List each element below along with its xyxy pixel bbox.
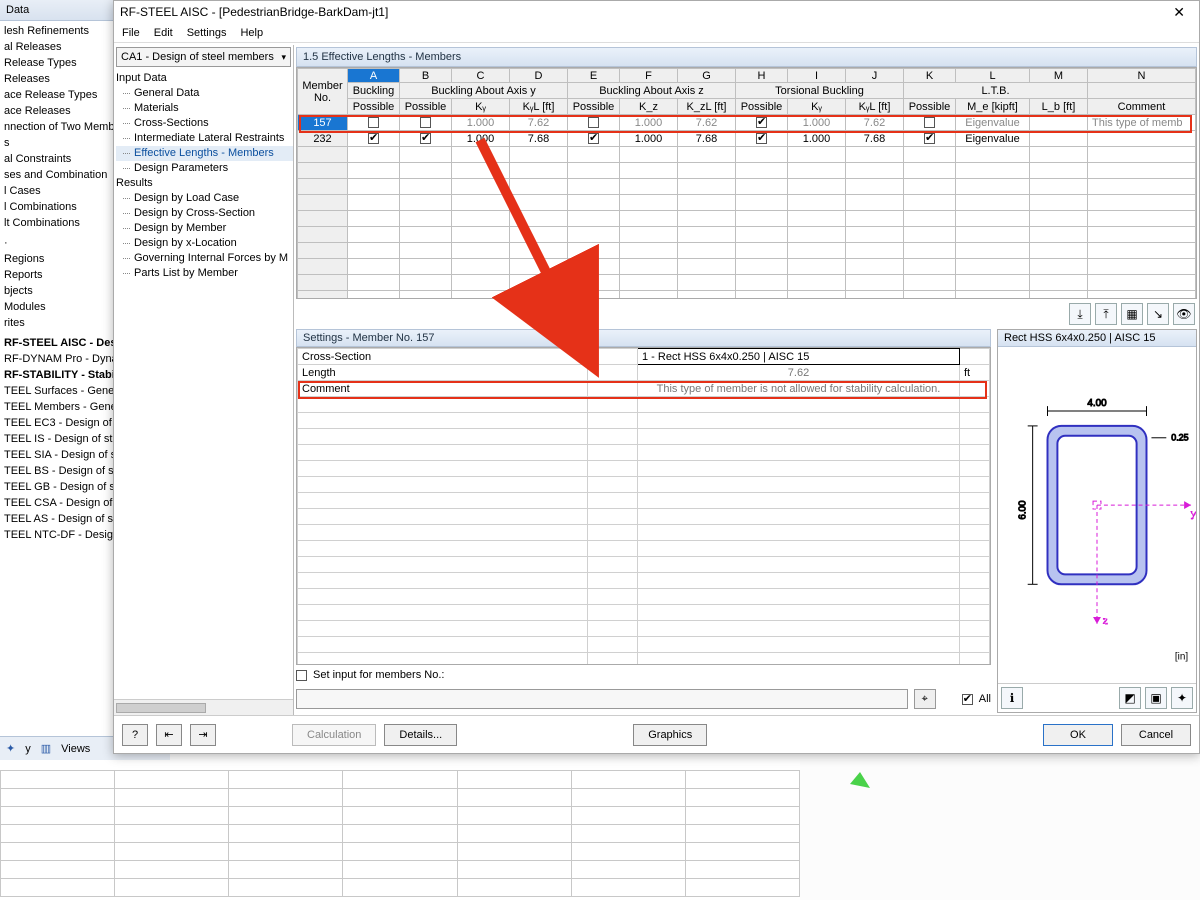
view3-icon[interactable]: ✦ [1171, 687, 1193, 709]
main-title: 1.5 Effective Lengths - Members [296, 47, 1197, 67]
preview-title: Rect HSS 6x4x0.250 | AISC 15 [998, 330, 1196, 347]
menu-settings[interactable]: Settings [187, 27, 227, 39]
svg-text:4.00: 4.00 [1087, 398, 1107, 409]
menubar: File Edit Settings Help [114, 23, 1199, 43]
window-title: RF-STEEL AISC - [PedestrianBridge-BarkDa… [120, 5, 388, 19]
prev-icon[interactable]: ⇤ [156, 724, 182, 746]
info-icon[interactable]: ℹ [1001, 687, 1023, 709]
close-icon[interactable]: ✕ [1165, 4, 1193, 21]
grid-toolbar: ⤓ ⤒ ▦ ↘ 👁 [296, 299, 1197, 329]
checkbox[interactable] [924, 133, 935, 144]
view1-icon[interactable]: ◩ [1119, 687, 1141, 709]
set-input-label: Set input for members No.: [313, 669, 444, 681]
nav-item[interactable]: Design by Member [116, 221, 293, 236]
checkbox[interactable] [756, 117, 767, 128]
section-preview: Rect HSS 6x4x0.250 | AISC 15 4.00 6.00 0… [997, 329, 1197, 713]
import-excel-icon[interactable]: ⤒ [1095, 303, 1117, 325]
details-button[interactable]: Details... [384, 724, 457, 746]
next-icon[interactable]: ⇥ [190, 724, 216, 746]
nav-item[interactable]: Materials [116, 101, 293, 116]
menu-file[interactable]: File [122, 27, 140, 39]
section-svg: 4.00 6.00 0.25 y [998, 347, 1196, 683]
view-icon[interactable]: 👁 [1173, 303, 1195, 325]
svg-text:[in]: [in] [1175, 652, 1188, 663]
svg-text:6.00: 6.00 [1018, 500, 1029, 520]
all-checkbox[interactable] [962, 694, 973, 705]
checkbox[interactable] [368, 117, 379, 128]
ok-button[interactable]: OK [1043, 724, 1113, 746]
checkbox[interactable] [588, 117, 599, 128]
calculation-button[interactable]: Calculation [292, 724, 376, 746]
filter-icon[interactable]: ▦ [1121, 303, 1143, 325]
nav-item[interactable]: General Data [116, 86, 293, 101]
checkbox[interactable] [420, 117, 431, 128]
nav-item[interactable]: Effective Lengths - Members [116, 146, 293, 161]
pick-members-icon[interactable]: ⌖ [914, 689, 936, 709]
nav-item[interactable]: Intermediate Lateral Restraints [116, 131, 293, 146]
titlebar: RF-STEEL AISC - [PedestrianBridge-BarkDa… [114, 1, 1199, 23]
case-combo[interactable]: CA1 - Design of steel members ▾ [116, 47, 291, 67]
background-table [0, 770, 800, 900]
pick-icon[interactable]: ↘ [1147, 303, 1169, 325]
checkbox[interactable] [368, 133, 379, 144]
set-input-field[interactable] [296, 689, 908, 709]
background-3d-viewport [800, 760, 1200, 900]
svg-text:y: y [1191, 509, 1196, 520]
nav-item[interactable]: Design by Cross-Section [116, 206, 293, 221]
cancel-button[interactable]: Cancel [1121, 724, 1191, 746]
nav-column: CA1 - Design of steel members ▾ Input Da… [114, 45, 294, 715]
nav-item[interactable]: Design by x-Location [116, 236, 293, 251]
dialog-footer: ? ⇤ ⇥ Calculation Details... Graphics OK… [114, 715, 1199, 753]
checkbox[interactable] [756, 133, 767, 144]
members-grid[interactable]: MemberNo.ABCDEFGHIJKLMNBucklingBuckling … [296, 67, 1197, 299]
export-excel-icon[interactable]: ⤓ [1069, 303, 1091, 325]
nav-item[interactable]: Parts List by Member [116, 266, 293, 281]
svg-text:0.25: 0.25 [1171, 433, 1188, 443]
nav-tree[interactable]: Input DataGeneral DataMaterialsCross-Sec… [114, 69, 293, 699]
view2-icon[interactable]: ▣ [1145, 687, 1167, 709]
main-area: 1.5 Effective Lengths - Members MemberNo… [294, 45, 1199, 715]
menu-help[interactable]: Help [240, 27, 263, 39]
nav-item[interactable]: Design Parameters [116, 161, 293, 176]
rf-steel-dialog: RF-STEEL AISC - [PedestrianBridge-BarkDa… [113, 0, 1200, 754]
nav-item[interactable]: Cross-Sections [116, 116, 293, 131]
checkbox[interactable] [588, 133, 599, 144]
set-input-checkbox[interactable] [296, 670, 307, 681]
nav-item[interactable]: Governing Internal Forces by M [116, 251, 293, 266]
settings-title: Settings - Member No. 157 [296, 329, 991, 347]
graphics-button[interactable]: Graphics [633, 724, 707, 746]
checkbox[interactable] [924, 117, 935, 128]
nav-item[interactable]: Design by Load Case [116, 191, 293, 206]
axis-icon: ✦ [6, 742, 15, 755]
menu-edit[interactable]: Edit [154, 27, 173, 39]
views-icon[interactable]: ▥ [41, 742, 51, 755]
chevron-down-icon: ▾ [281, 52, 286, 63]
nav-hscroll[interactable] [114, 699, 293, 715]
settings-grid[interactable]: Cross-Section1 - Rect HSS 6x4x0.250 | AI… [296, 347, 991, 665]
checkbox[interactable] [420, 133, 431, 144]
help-icon[interactable]: ? [122, 724, 148, 746]
svg-text:z: z [1103, 616, 1108, 627]
